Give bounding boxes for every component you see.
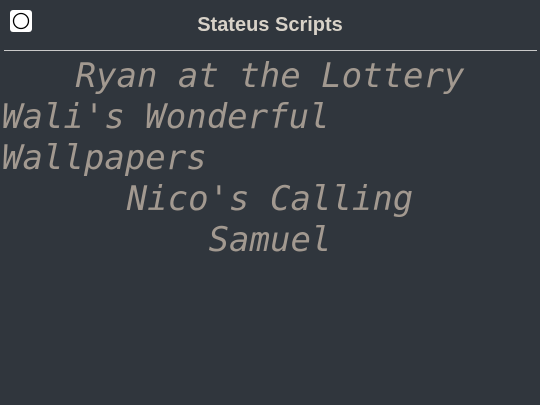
script-item-nicos-calling-samuel-line2[interactable]: Samuel	[0, 220, 540, 261]
script-item-walis-wonderful-wallpapers-line1[interactable]: Wali's Wonderful	[0, 97, 540, 138]
script-item-nicos-calling-samuel-line1[interactable]: Nico's Calling	[0, 179, 540, 220]
script-list: Ryan at the Lottery Wali's Wonderful Wal…	[0, 56, 540, 261]
script-item-walis-wonderful-wallpapers-line2[interactable]: Wallpapers	[0, 138, 540, 179]
script-item-ryan-at-the-lottery[interactable]: Ryan at the Lottery	[0, 56, 540, 97]
header-bar: Stateus Scripts	[0, 0, 540, 50]
header-divider	[4, 50, 537, 51]
app-window: Stateus Scripts Ryan at the Lottery Wali…	[0, 0, 540, 405]
page-title: Stateus Scripts	[197, 14, 343, 36]
